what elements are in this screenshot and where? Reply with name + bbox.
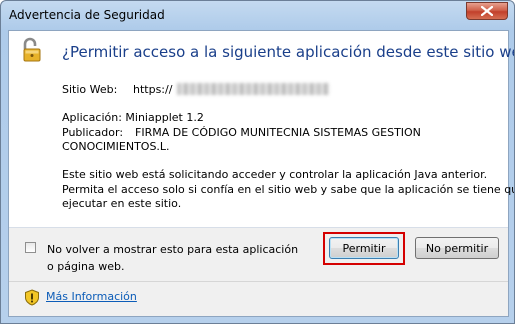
dont-show-again-label[interactable]: No volver a mostrar esto para esta aplic… — [47, 241, 305, 275]
dialog-heading: ¿Permitir acceso a la siguiente aplicaci… — [62, 43, 515, 61]
window-title: Advertencia de Seguridad — [9, 8, 165, 22]
title-bar[interactable]: Advertencia de Seguridad — [1, 1, 514, 30]
dialog-footer: No volver a mostrar esto para esta aplic… — [9, 228, 508, 316]
publisher-value: FIRMA DE CÓDIGO MUNITECNIA SISTEMAS GEST… — [135, 126, 421, 139]
description-line: Este sitio web está solicitando acceder … — [62, 168, 488, 181]
publisher-label: Publicador: — [62, 126, 124, 139]
application-line: Aplicación: Miniapplet 1.2 — [62, 111, 204, 124]
padlock-open-icon — [23, 37, 41, 62]
description-line: Permita el acceso solo si confía en el s… — [62, 182, 515, 196]
more-info-link[interactable]: Más Información — [46, 290, 137, 303]
description-line: ejecutar en este sitio. — [62, 197, 182, 210]
close-icon — [481, 6, 493, 16]
description-text: Este sitio web está solicitando acceder … — [62, 168, 515, 212]
dont-show-again-checkbox[interactable] — [25, 242, 36, 253]
dialog-body: ¿Permitir acceso a la siguiente aplicaci… — [8, 30, 515, 317]
dialog-content: ¿Permitir acceso a la siguiente aplicaci… — [9, 31, 515, 227]
warning-shield-icon — [25, 289, 39, 306]
site-url: https:// — [133, 83, 173, 96]
security-warning-window: Advertencia de Seguridad ¿Permitir acces… — [0, 0, 515, 324]
permit-button[interactable]: Permitir — [329, 237, 399, 259]
close-button[interactable] — [466, 2, 508, 20]
publisher-value-continued: CONOCIMIENTOS.L. — [62, 140, 170, 153]
site-label: Sitio Web: — [62, 83, 118, 96]
footer-divider — [9, 281, 508, 282]
deny-button[interactable]: No permitir — [415, 237, 499, 259]
blurred-url-redaction — [177, 83, 329, 95]
